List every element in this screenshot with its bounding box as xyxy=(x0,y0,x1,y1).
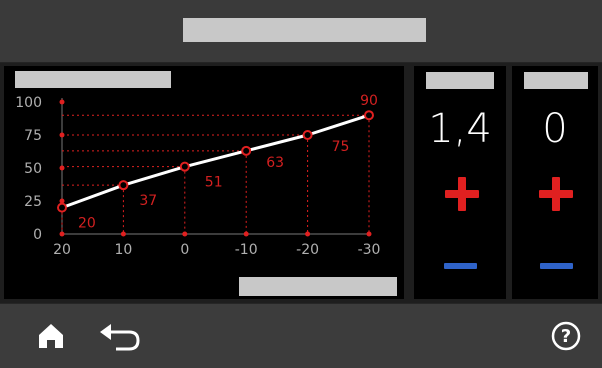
y-tick-label: 75 xyxy=(24,128,42,144)
point-value-label: 75 xyxy=(332,139,350,155)
y-tick-label: 0 xyxy=(33,227,42,243)
offset-decrease-button[interactable] xyxy=(540,263,573,269)
home-button[interactable] xyxy=(38,323,64,349)
x-tick-label: -30 xyxy=(358,242,381,258)
help-button[interactable]: ? xyxy=(551,321,581,351)
curve-point xyxy=(364,110,374,121)
curve-point xyxy=(241,145,252,156)
x-tick-label: 20 xyxy=(53,242,71,258)
back-button[interactable] xyxy=(98,322,144,352)
help-icon: ? xyxy=(551,321,581,351)
offset-panel: 0 xyxy=(512,66,598,299)
slope-panel: 1,4 xyxy=(414,66,506,299)
x-tick-label: 0 xyxy=(180,242,189,258)
heating-curve-line xyxy=(61,113,370,210)
y-tick-label: 50 xyxy=(24,161,42,177)
slope-label-placeholder xyxy=(426,72,494,89)
point-value-label: 51 xyxy=(205,175,223,191)
point-value-label: 63 xyxy=(266,155,284,171)
slope-decrease-button[interactable] xyxy=(444,263,477,269)
curve-footer-label-placeholder xyxy=(239,277,397,296)
svg-text:?: ? xyxy=(561,326,571,347)
point-value-label: 90 xyxy=(360,93,378,109)
offset-value: 0 xyxy=(542,106,568,152)
home-icon xyxy=(39,324,63,348)
curve-point xyxy=(57,202,67,213)
curve-point xyxy=(118,180,129,191)
slope-value: 1,4 xyxy=(428,106,492,152)
heating-curve-chart: 025507510020 10 0 -10 -20 -30203751637590 xyxy=(15,93,381,258)
y-tick-label: 100 xyxy=(15,95,42,111)
x-tick-label: -10 xyxy=(235,242,258,258)
y-tick-label: 25 xyxy=(24,194,42,210)
point-value-label: 37 xyxy=(139,193,157,209)
back-arrow-icon xyxy=(100,324,140,351)
curve-point xyxy=(302,130,313,140)
screen-title-placeholder xyxy=(183,18,426,42)
bottom-nav-bar: ? xyxy=(0,303,602,368)
header-bar xyxy=(0,0,602,63)
offset-label-placeholder xyxy=(524,72,588,89)
x-tick-label: 10 xyxy=(114,242,132,258)
curve-point xyxy=(179,161,190,172)
slope-increase-button[interactable] xyxy=(445,177,479,211)
offset-increase-button[interactable] xyxy=(539,177,573,211)
heating-curve-panel[interactable]: 0 25 50 75 100 20 10 0 -10 -20 -30 20 37 51 63 75 90 xyxy=(4,66,404,299)
x-tick-label: -20 xyxy=(296,242,319,258)
point-value-label: 20 xyxy=(78,216,96,232)
